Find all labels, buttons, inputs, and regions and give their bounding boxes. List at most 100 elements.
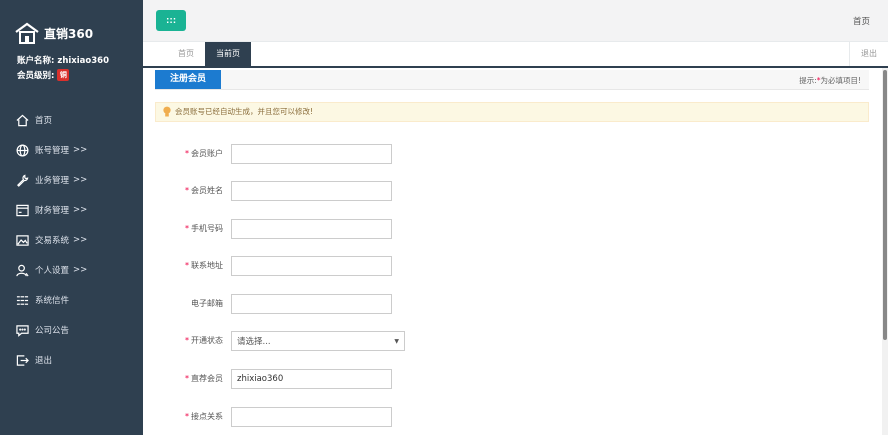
lightbulb-icon bbox=[163, 106, 171, 117]
relation-label: * 接点关系 bbox=[185, 411, 223, 422]
required-star: * bbox=[185, 224, 189, 233]
account-name-label: 账户名称: bbox=[17, 56, 55, 66]
wrench-icon bbox=[17, 174, 29, 187]
user-icon bbox=[16, 264, 29, 276]
phone-input[interactable] bbox=[231, 219, 392, 239]
logout-tab-button[interactable]: 退出 bbox=[849, 42, 888, 66]
email-label: 电子邮箱 bbox=[189, 298, 223, 309]
image-icon bbox=[16, 234, 29, 246]
expand-arrow: >> bbox=[73, 205, 88, 215]
expand-arrow: >> bbox=[73, 235, 88, 245]
caret-down-icon: ▼ bbox=[394, 338, 399, 345]
name-input[interactable] bbox=[231, 181, 392, 201]
label-text: 手机号码 bbox=[191, 224, 223, 233]
sidebar: 直销360 账户名称: zhixiao360 会员级别: 铜 首页 账号管理 >… bbox=[0, 0, 143, 435]
main-content: 注册会员 提示:*为必填项目! 会员账号已经自动生成，并且您可以修改! * 会员账… bbox=[143, 68, 888, 435]
sidebar-item-label: 首页 bbox=[35, 116, 53, 126]
tab-home[interactable]: 首页 bbox=[167, 42, 205, 66]
top-home-link[interactable]: 首页 bbox=[853, 15, 870, 27]
status-label: * 开通状态 bbox=[185, 335, 223, 346]
sponsor-label: * 直荐会员 bbox=[185, 373, 223, 384]
sponsor-input[interactable] bbox=[231, 369, 392, 389]
email-input[interactable] bbox=[231, 294, 392, 314]
required-hint: 提示:*为必填项目! bbox=[799, 75, 861, 86]
sidebar-item-label: 公司公告 bbox=[35, 326, 70, 336]
account-input[interactable] bbox=[231, 144, 392, 164]
status-select[interactable]: 请选择... ▼ bbox=[231, 331, 405, 351]
label-text: 电子邮箱 bbox=[191, 299, 223, 308]
label-text: 联系地址 bbox=[191, 261, 223, 270]
sidebar-item-label: 账号管理 bbox=[35, 146, 70, 156]
sidebar-item-personal[interactable]: 个人设置 >> bbox=[0, 255, 143, 285]
email-row: 电子邮箱 bbox=[143, 294, 643, 314]
grid-icon bbox=[166, 17, 176, 24]
label-text: 直荐会员 bbox=[191, 374, 223, 383]
account-row: * 会员账户 bbox=[143, 144, 643, 164]
sidebar-item-messages[interactable]: 系统信件 bbox=[0, 285, 143, 315]
home-icon bbox=[16, 114, 29, 126]
brand[interactable]: 直销360 bbox=[14, 22, 93, 44]
label-text: 会员账户 bbox=[191, 149, 223, 158]
relation-row: * 接点关系 bbox=[143, 407, 643, 427]
hint-suffix: 为必填项目! bbox=[820, 76, 861, 85]
sidebar-item-finance[interactable]: 财务管理 >> bbox=[0, 195, 143, 225]
label-text: 开通状态 bbox=[191, 336, 223, 345]
sidebar-item-label: 财务管理 bbox=[35, 206, 70, 216]
expand-arrow: >> bbox=[73, 145, 88, 155]
name-label: * 会员姓名 bbox=[185, 185, 223, 196]
required-star: * bbox=[185, 374, 189, 383]
sidebar-item-label: 交易系统 bbox=[35, 236, 70, 246]
top-bar: 首页 bbox=[143, 0, 888, 42]
member-level: 会员级别: 铜 bbox=[17, 69, 70, 81]
globe-icon bbox=[16, 144, 29, 156]
expand-arrow: >> bbox=[73, 265, 88, 275]
tabs-bar: 首页 当前页 退出 bbox=[143, 42, 888, 68]
expand-arrow: >> bbox=[73, 175, 88, 185]
sponsor-row: * 直荐会员 bbox=[143, 369, 643, 389]
account-label: * 会员账户 bbox=[185, 148, 223, 159]
sidebar-item-business[interactable]: 业务管理 >> bbox=[0, 165, 143, 195]
sidebar-item-label: 业务管理 bbox=[35, 176, 70, 186]
address-input[interactable] bbox=[231, 256, 392, 276]
section-header: 注册会员 提示:*为必填项目! bbox=[155, 70, 869, 90]
phone-row: * 手机号码 bbox=[143, 219, 643, 239]
sidebar-item-label: 个人设置 bbox=[35, 266, 70, 276]
menu-toggle-button[interactable] bbox=[156, 10, 186, 31]
content-scrollbar[interactable] bbox=[882, 68, 888, 435]
label-text: 接点关系 bbox=[191, 412, 223, 421]
tab-current[interactable]: 当前页 bbox=[205, 42, 251, 66]
sidebar-item-trading[interactable]: 交易系统 >> bbox=[0, 225, 143, 255]
address-row: * 联系地址 bbox=[143, 256, 643, 276]
address-label: * 联系地址 bbox=[185, 260, 223, 271]
phone-label: * 手机号码 bbox=[185, 223, 223, 234]
required-star: * bbox=[185, 186, 189, 195]
account-name: 账户名称: zhixiao360 bbox=[17, 54, 109, 66]
sidebar-item-label: 系统信件 bbox=[35, 296, 70, 306]
sidebar-item-home[interactable]: 首页 bbox=[0, 105, 143, 135]
logout-icon bbox=[16, 354, 29, 366]
sidebar-item-label: 退出 bbox=[35, 356, 53, 366]
label-text: 会员姓名 bbox=[191, 186, 223, 195]
section-title: 注册会员 bbox=[155, 70, 221, 89]
hint-prefix: 提示: bbox=[799, 76, 817, 85]
relation-input[interactable] bbox=[231, 407, 392, 427]
tip-text: 会员账号已经自动生成，并且您可以修改! bbox=[175, 107, 314, 116]
sidebar-item-logout[interactable]: 退出 bbox=[0, 345, 143, 375]
sidebar-item-accounts[interactable]: 账号管理 >> bbox=[0, 135, 143, 165]
chat-icon bbox=[16, 324, 29, 337]
auto-generated-tip: 会员账号已经自动生成，并且您可以修改! bbox=[155, 102, 869, 122]
status-select-value: 请选择... bbox=[237, 337, 271, 347]
required-star: * bbox=[185, 261, 189, 270]
required-star: * bbox=[185, 149, 189, 158]
name-row: * 会员姓名 bbox=[143, 181, 643, 201]
account-name-value: zhixiao360 bbox=[57, 56, 110, 66]
member-level-badge: 铜 bbox=[57, 69, 70, 81]
sidebar-item-announcements[interactable]: 公司公告 bbox=[0, 315, 143, 345]
list-icon bbox=[16, 295, 29, 305]
member-level-label: 会员级别: bbox=[17, 71, 55, 81]
required-star: * bbox=[185, 412, 189, 421]
sidebar-nav: 首页 账号管理 >> 业务管理 >> 财务管理 >> 交易系统 >> 个人设置 … bbox=[0, 105, 143, 375]
scrollbar-thumb[interactable] bbox=[883, 70, 887, 340]
brand-name: 直销360 bbox=[44, 26, 94, 41]
house-logo-icon bbox=[15, 22, 39, 44]
